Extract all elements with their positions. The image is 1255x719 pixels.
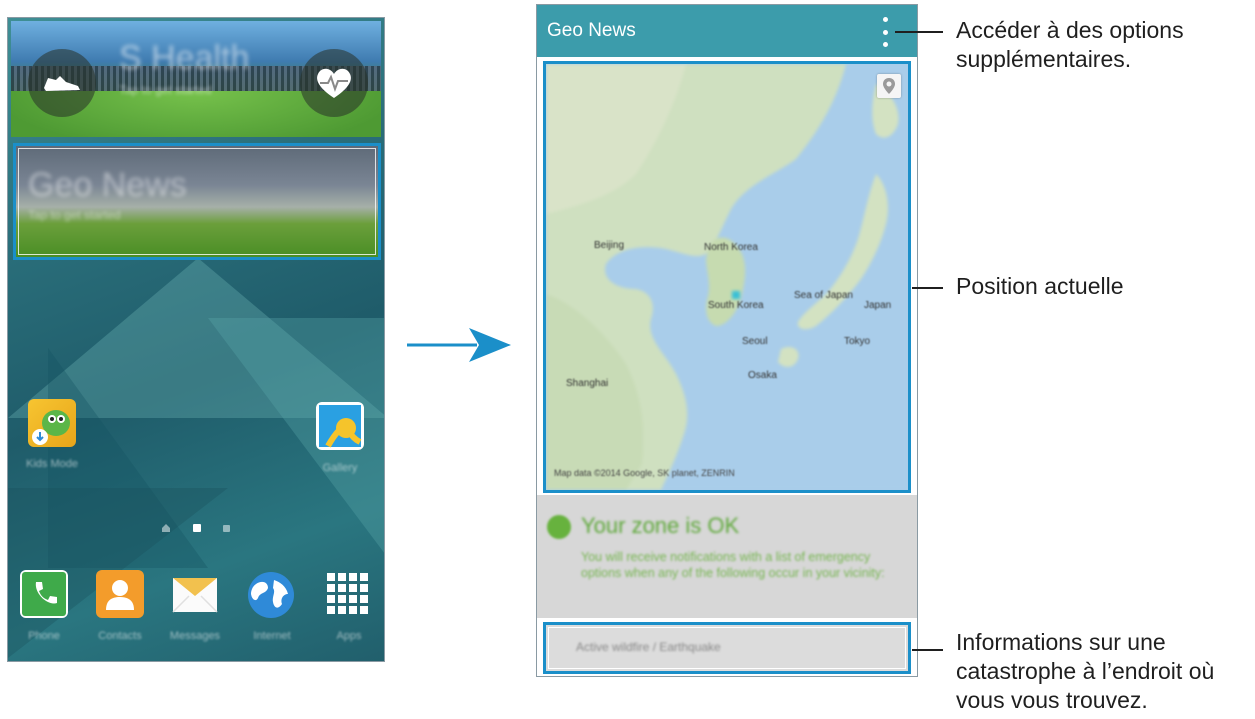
app-title: Geo News [547,20,636,41]
home-page-icon[interactable] [161,523,171,533]
arrow-right-icon [407,328,511,362]
contacts-icon[interactable] [96,570,144,618]
zone-status-panel: Your zone is OK You will receive notific… [537,495,917,618]
phone-icon[interactable] [20,570,68,618]
geo-news-app-screen: Geo News North Korea South Korea Japan B… [536,4,918,677]
app-header: Geo News [537,5,917,57]
geo-news-widget-title: Geo News [28,166,187,204]
map-attribution: Map data ©2014 Google, SK planet, ZENRIN [554,468,735,478]
more-options-icon[interactable] [876,17,894,47]
gallery-icon[interactable] [316,402,364,450]
disaster-info-row[interactable]: Active wildfire / Earthquake [543,622,911,674]
map-label-japan: Japan [864,300,892,311]
callout-position: Position actuelle [956,273,1124,299]
callout-line-options [895,31,943,33]
zone-status-description: You will receive notifications with a li… [581,550,885,580]
map-label-south-korea: South Korea [708,300,764,311]
messages-icon[interactable] [171,570,219,618]
page-dot-current[interactable] [193,524,201,532]
geo-news-widget[interactable]: Geo News Tap to get started [13,143,381,260]
map-label-north-korea: North Korea [704,242,758,253]
shoe-icon[interactable] [28,49,96,117]
gallery-label: Gallery [322,462,358,474]
geo-news-widget-subtitle: Tap to get started [28,208,121,222]
contacts-label: Contacts [98,630,142,642]
dock: Phone Contacts Messages Internet Apps [8,568,384,658]
map-label-beijing: Beijing [594,240,625,251]
shealth-widget[interactable]: S Health Tap to get started [11,21,381,137]
map-label-seoul: Seoul [742,336,768,347]
callout-disaster: Informations sur une catastrophe à l’end… [956,629,1215,713]
messages-label: Messages [169,630,221,642]
page-dot[interactable] [223,525,230,532]
callout-line-position [912,287,943,289]
status-ok-icon [547,515,571,539]
shealth-title: S Health [119,39,250,77]
apps-label: Apps [336,630,362,642]
kids-mode-icon[interactable] [28,399,76,447]
map-image [546,64,908,490]
map-label-osaka: Osaka [748,370,777,381]
globe-icon[interactable] [246,570,294,618]
heart-rate-icon[interactable] [300,49,368,117]
callout-line-disaster [912,649,943,651]
home-screen: S Health Tap to get started Geo News Tap… [7,17,385,662]
phone-label: Phone [28,630,60,642]
current-position-map[interactable]: North Korea South Korea Japan Beijing Sh… [543,61,911,493]
kids-mode-label: Kids Mode [26,458,78,470]
callout-options: Accéder à des options supplémentaires. [956,17,1184,72]
map-label-shanghai: Shanghai [566,378,609,389]
map-label-tokyo: Tokyo [844,336,871,347]
disaster-info-label: Active wildfire / Earthquake [576,640,721,654]
map-label-sea: Sea of Japan [794,290,853,301]
shealth-subtitle: Tap to get started [119,83,212,97]
zone-status-title: Your zone is OK [581,513,740,538]
internet-label: Internet [253,630,291,642]
apps-grid-icon[interactable] [324,570,372,618]
location-pin-icon[interactable] [877,74,901,98]
